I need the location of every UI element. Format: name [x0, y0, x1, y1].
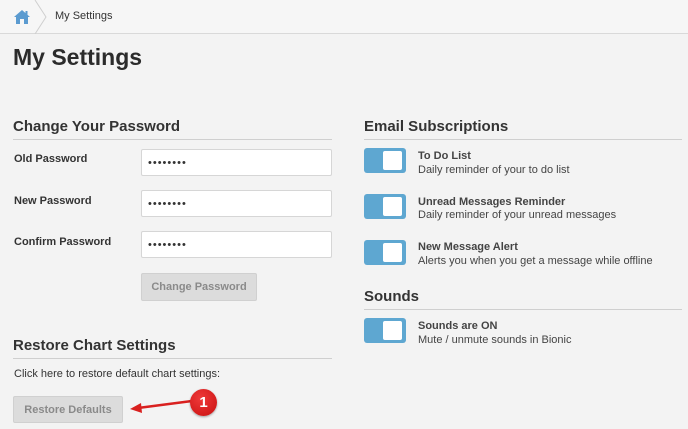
page-title: My Settings [13, 44, 143, 70]
sounds-title: Sounds are ON [418, 320, 498, 332]
restore-section-divider [13, 358, 332, 359]
sounds-toggle[interactable] [364, 318, 406, 343]
new-password-label: New Password [14, 195, 92, 207]
home-icon [14, 10, 30, 24]
unread-messages-title: Unread Messages Reminder [418, 196, 566, 208]
annotation-badge: 1 [190, 389, 217, 416]
toggle-knob [383, 151, 402, 170]
confirm-password-field[interactable] [141, 231, 332, 258]
new-message-alert-description: Alerts you when you get a message while … [418, 255, 653, 267]
email-section-title: Email Subscriptions [364, 118, 509, 135]
restore-defaults-button[interactable]: Restore Defaults [13, 396, 123, 423]
confirm-password-label: Confirm Password [14, 236, 112, 248]
password-section-divider [13, 139, 332, 140]
annotation-arrow [130, 399, 194, 413]
password-section-title: Change Your Password [13, 118, 180, 135]
breadcrumb-bar: My Settings [0, 0, 688, 34]
new-message-alert-title: New Message Alert [418, 241, 518, 253]
toggle-knob [383, 321, 402, 340]
todo-list-description: Daily reminder of your to do list [418, 164, 570, 176]
unread-messages-toggle[interactable] [364, 194, 406, 219]
sounds-section-title: Sounds [364, 288, 419, 305]
restore-section-title: Restore Chart Settings [13, 337, 176, 354]
old-password-label: Old Password [14, 153, 88, 165]
breadcrumb-separator [34, 0, 47, 34]
todo-list-toggle[interactable] [364, 148, 406, 173]
sounds-description: Mute / unmute sounds in Bionic [418, 334, 572, 346]
new-message-alert-toggle[interactable] [364, 240, 406, 265]
todo-list-title: To Do List [418, 150, 471, 162]
sounds-section-divider [364, 309, 682, 310]
toggle-knob [383, 243, 402, 262]
breadcrumb-current: My Settings [55, 10, 113, 22]
change-password-button[interactable]: Change Password [141, 273, 257, 301]
restore-description: Click here to restore default chart sett… [14, 368, 221, 380]
unread-messages-description: Daily reminder of your unread messages [418, 209, 617, 221]
new-password-field[interactable] [141, 190, 332, 217]
old-password-field[interactable] [141, 149, 332, 176]
toggle-knob [383, 197, 402, 216]
email-section-divider [364, 139, 682, 140]
